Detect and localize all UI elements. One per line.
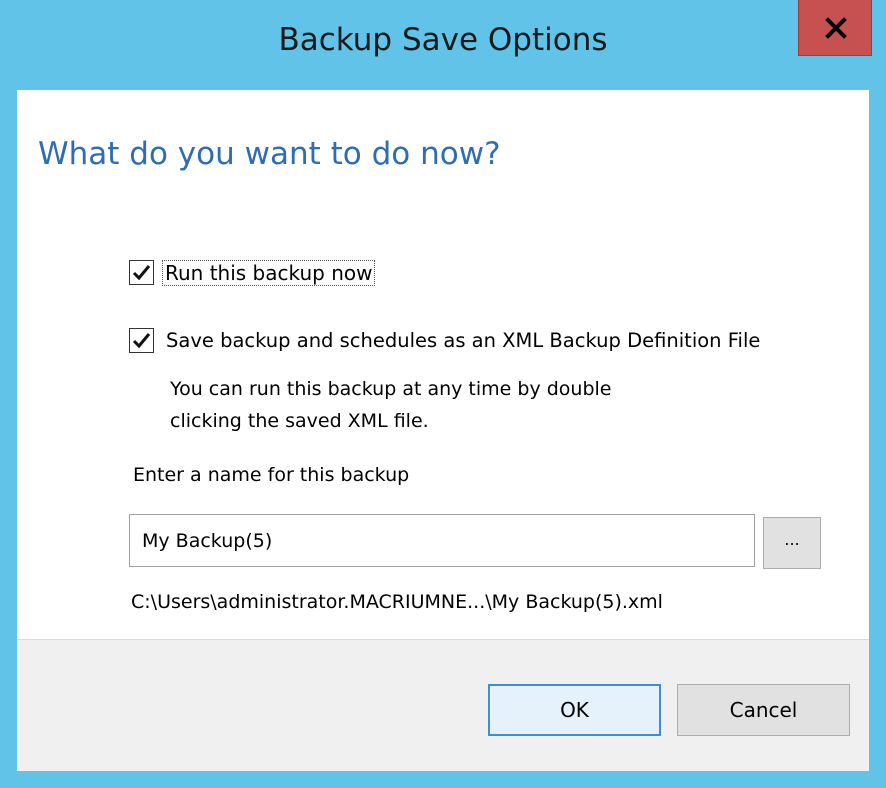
cancel-button[interactable]: Cancel [677, 684, 850, 736]
close-icon [825, 17, 847, 39]
xml-description: You can run this backup at any time by d… [170, 373, 611, 437]
button-bar: OK Cancel [17, 639, 869, 771]
save-xml-checkbox[interactable] [129, 328, 154, 353]
title-bar[interactable]: Backup Save Options [0, 0, 886, 90]
focus-rectangle: Run this backup now [162, 260, 376, 286]
checkmark-icon [132, 265, 151, 281]
dialog-body: What do you want to do now? Run this bac… [17, 90, 869, 771]
browse-button[interactable]: ... [763, 517, 821, 569]
dialog-window: Backup Save Options What do you want to … [0, 0, 886, 788]
close-button[interactable] [798, 0, 872, 56]
checkmark-icon [132, 333, 151, 349]
ok-button[interactable]: OK [488, 684, 661, 736]
dialog-title: Backup Save Options [278, 22, 608, 58]
run-now-checkbox[interactable] [129, 260, 154, 285]
xml-file-path: C:\Users\administrator.MACRIUMNE...\My B… [131, 591, 663, 613]
page-heading: What do you want to do now? [38, 136, 501, 172]
description-line-1: You can run this backup at any time by d… [170, 378, 612, 400]
description-line-2: clicking the saved XML file. [170, 410, 429, 432]
save-xml-label[interactable]: Save backup and schedules as an XML Back… [166, 328, 760, 354]
run-now-label[interactable]: Run this backup now [162, 260, 376, 286]
backup-name-input[interactable] [129, 514, 755, 567]
backup-name-label: Enter a name for this backup [133, 464, 410, 486]
